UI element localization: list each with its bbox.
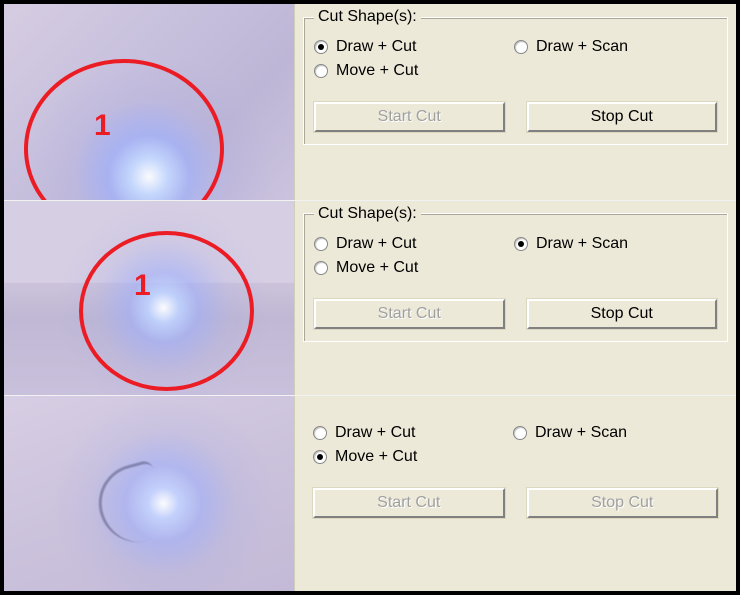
app-frame: 1 Cut Shape(s): Draw + Cut Draw + Scan [4, 4, 736, 591]
stop-cut-button[interactable]: Stop Cut [527, 299, 718, 329]
button-row: Start Cut Stop Cut [314, 102, 717, 132]
radio-dot-icon [314, 40, 328, 54]
radio-label: Draw + Scan [536, 38, 628, 56]
radio-dot-icon [314, 237, 328, 251]
example-row: 1 Cut Shape(s): Draw + Cut Draw + Scan [4, 200, 736, 396]
cut-shapes-group: Cut Shape(s): Draw + Cut Draw + Scan Mov… [303, 205, 728, 342]
radio-label: Draw + Scan [536, 235, 628, 253]
radio-label: Move + Cut [336, 259, 418, 277]
radio-row: Move + Cut [313, 448, 718, 466]
radio-move-cut[interactable]: Move + Cut [314, 62, 514, 80]
example-row: Draw + Cut Draw + Scan Move + Cut Start … [4, 395, 736, 591]
radio-dot-icon [314, 64, 328, 78]
radio-label: Move + Cut [335, 448, 417, 466]
radio-row: Draw + Cut Draw + Scan [314, 38, 717, 56]
annotation-label: 1 [94, 109, 111, 143]
button-row: Start Cut Stop Cut [313, 488, 718, 518]
radio-dot-icon [514, 237, 528, 251]
radio-label: Draw + Cut [336, 235, 416, 253]
group-legend: Cut Shape(s): [314, 8, 421, 26]
annotation-circle [79, 231, 254, 391]
radio-draw-cut[interactable]: Draw + Cut [313, 424, 513, 442]
radio-draw-scan[interactable]: Draw + Scan [513, 424, 713, 442]
start-cut-button[interactable]: Start Cut [314, 102, 505, 132]
radio-label: Move + Cut [336, 62, 418, 80]
radio-row: Draw + Cut Draw + Scan [314, 235, 717, 253]
radio-label: Draw + Cut [335, 424, 415, 442]
annotation-label: 1 [134, 269, 151, 303]
start-cut-button[interactable]: Start Cut [314, 299, 505, 329]
cut-shapes-panel: Cut Shape(s): Draw + Cut Draw + Scan Mov… [294, 4, 736, 200]
radio-dot-icon [313, 450, 327, 464]
microscope-view [4, 396, 294, 591]
radio-label: Draw + Scan [535, 424, 627, 442]
radio-draw-scan[interactable]: Draw + Scan [514, 38, 714, 56]
microscope-view: 1 [4, 201, 294, 396]
stop-cut-button[interactable]: Stop Cut [527, 102, 718, 132]
cut-shapes-group: Cut Shape(s): Draw + Cut Draw + Scan Mov… [303, 8, 728, 145]
stop-cut-button[interactable]: Stop Cut [527, 488, 719, 518]
radio-label: Draw + Cut [336, 38, 416, 56]
radio-dot-icon [314, 261, 328, 275]
radio-move-cut[interactable]: Move + Cut [314, 259, 514, 277]
cut-shapes-panel: Cut Shape(s): Draw + Cut Draw + Scan Mov… [294, 201, 736, 396]
microscope-view: 1 [4, 4, 294, 200]
radio-dot-icon [513, 426, 527, 440]
example-row: 1 Cut Shape(s): Draw + Cut Draw + Scan [4, 4, 736, 200]
radio-draw-cut[interactable]: Draw + Cut [314, 235, 514, 253]
radio-draw-cut[interactable]: Draw + Cut [314, 38, 514, 56]
cut-shapes-panel: Draw + Cut Draw + Scan Move + Cut Start … [294, 396, 736, 591]
radio-row: Move + Cut [314, 259, 717, 277]
group-legend: Cut Shape(s): [314, 205, 421, 223]
radio-move-cut[interactable]: Move + Cut [313, 448, 513, 466]
radio-draw-scan[interactable]: Draw + Scan [514, 235, 714, 253]
radio-row: Draw + Cut Draw + Scan [313, 424, 718, 442]
microscope-image [4, 396, 294, 591]
radio-dot-icon [313, 426, 327, 440]
cut-shapes-group: Draw + Cut Draw + Scan Move + Cut Start … [303, 400, 728, 530]
radio-row: Move + Cut [314, 62, 717, 80]
start-cut-button[interactable]: Start Cut [313, 488, 505, 518]
button-row: Start Cut Stop Cut [314, 299, 717, 329]
radio-dot-icon [514, 40, 528, 54]
